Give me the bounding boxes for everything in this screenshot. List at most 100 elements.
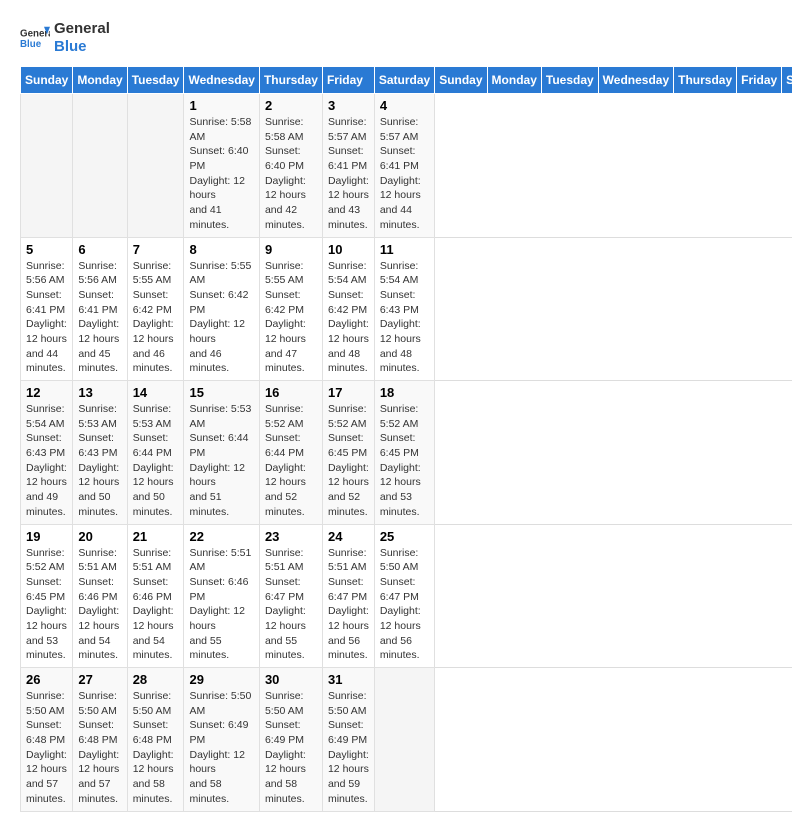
calendar-cell: 17Sunrise: 5:52 AMSunset: 6:45 PMDayligh… xyxy=(322,381,374,525)
day-info: Sunrise: 5:55 AMSunset: 6:42 PMDaylight:… xyxy=(265,259,317,377)
day-info: Sunrise: 5:57 AMSunset: 6:41 PMDaylight:… xyxy=(380,115,429,233)
calendar-cell: 13 Sunrise: 5:53 AMSunset: 6:43 PMDayligh… xyxy=(73,381,127,525)
day-number: 8 xyxy=(189,242,253,257)
day-number: 29 xyxy=(189,672,253,687)
header-saturday: Saturday xyxy=(374,67,434,94)
header-sunday: Sunday xyxy=(21,67,73,94)
calendar-week-1: 1 Sunrise: 5:58 AMSunset: 6:40 PMDaylight… xyxy=(21,94,792,238)
calendar-cell xyxy=(127,94,184,238)
day-number: 10 xyxy=(328,242,369,257)
calendar-cell: 6Sunrise: 5:56 AMSunset: 6:41 PMDaylight… xyxy=(73,237,127,381)
calendar-cell: 27Sunrise: 5:50 AMSunset: 6:48 PMDayligh… xyxy=(73,668,127,812)
day-number: 22 xyxy=(189,529,253,544)
logo-icon: General Blue xyxy=(20,23,50,53)
day-info: Sunrise: 5:53 AMSunset: 6:44 PMDaylight:… xyxy=(189,402,253,520)
day-number: 16 xyxy=(265,385,317,400)
calendar-cell: 15 Sunrise: 5:53 AMSunset: 6:44 PMDayligh… xyxy=(184,381,259,525)
day-number: 4 xyxy=(380,98,429,113)
day-info: Sunrise: 5:54 AMSunset: 6:43 PMDaylight:… xyxy=(380,259,429,377)
calendar-week-2: 5 Sunrise: 5:56 AMSunset: 6:41 PMDaylight… xyxy=(21,237,792,381)
day-info: Sunrise: 5:51 AMSunset: 6:46 PMDaylight:… xyxy=(133,546,179,664)
day-info: Sunrise: 5:53 AMSunset: 6:43 PMDaylight:… xyxy=(78,402,121,520)
logo: General Blue General Blue xyxy=(20,20,110,56)
calendar-table: SundayMondayTuesdayWednesdayThursdayFrid… xyxy=(20,66,792,812)
day-info: Sunrise: 5:50 AMSunset: 6:49 PMDaylight:… xyxy=(265,689,317,807)
day-number: 7 xyxy=(133,242,179,257)
calendar-cell: 7Sunrise: 5:55 AMSunset: 6:42 PMDaylight… xyxy=(127,237,184,381)
col-header-friday: Friday xyxy=(737,67,782,94)
day-info: Sunrise: 5:51 AMSunset: 6:47 PMDaylight:… xyxy=(265,546,317,664)
calendar-cell: 28Sunrise: 5:50 AMSunset: 6:48 PMDayligh… xyxy=(127,668,184,812)
day-number: 27 xyxy=(78,672,121,687)
day-number: 13 xyxy=(78,385,121,400)
calendar-cell: 20 Sunrise: 5:51 AMSunset: 6:46 PMDayligh… xyxy=(73,524,127,668)
header-monday: Monday xyxy=(73,67,127,94)
day-number: 2 xyxy=(265,98,317,113)
calendar-cell: 25Sunrise: 5:50 AMSunset: 6:47 PMDayligh… xyxy=(374,524,434,668)
calendar-cell xyxy=(21,94,73,238)
calendar-cell: 16 Sunrise: 5:52 AMSunset: 6:44 PMDayligh… xyxy=(259,381,322,525)
svg-text:Blue: Blue xyxy=(20,39,42,50)
day-number: 24 xyxy=(328,529,369,544)
calendar-cell: 18 Sunrise: 5:52 AMSunset: 6:45 PMDayligh… xyxy=(374,381,434,525)
day-number: 12 xyxy=(26,385,67,400)
day-info: Sunrise: 5:55 AMSunset: 6:42 PMDaylight:… xyxy=(189,259,253,377)
day-number: 14 xyxy=(133,385,179,400)
day-number: 20 xyxy=(78,529,121,544)
col-header-saturday: Saturday xyxy=(782,67,792,94)
day-info: Sunrise: 5:58 AMSunset: 6:40 PMDaylight:… xyxy=(265,115,317,233)
day-info: Sunrise: 5:50 AMSunset: 6:49 PMDaylight:… xyxy=(328,689,369,807)
calendar-cell: 30 Sunrise: 5:50 AMSunset: 6:49 PMDayligh… xyxy=(259,668,322,812)
day-info: Sunrise: 5:56 AMSunset: 6:41 PMDaylight:… xyxy=(78,259,121,377)
day-info: Sunrise: 5:50 AMSunset: 6:49 PMDaylight:… xyxy=(189,689,253,807)
day-info: Sunrise: 5:52 AMSunset: 6:45 PMDaylight:… xyxy=(380,402,429,520)
day-info: Sunrise: 5:52 AMSunset: 6:45 PMDaylight:… xyxy=(26,546,67,664)
day-number: 17 xyxy=(328,385,369,400)
day-info: Sunrise: 5:56 AMSunset: 6:41 PMDaylight:… xyxy=(26,259,67,377)
day-info: Sunrise: 5:52 AMSunset: 6:44 PMDaylight:… xyxy=(265,402,317,520)
calendar-cell: 12 Sunrise: 5:54 AMSunset: 6:43 PMDayligh… xyxy=(21,381,73,525)
calendar-cell: 29 Sunrise: 5:50 AMSunset: 6:49 PMDayligh… xyxy=(184,668,259,812)
calendar-cell: 21Sunrise: 5:51 AMSunset: 6:46 PMDayligh… xyxy=(127,524,184,668)
calendar-cell: 11 Sunrise: 5:54 AMSunset: 6:43 PMDayligh… xyxy=(374,237,434,381)
day-number: 5 xyxy=(26,242,67,257)
day-info: Sunrise: 5:51 AMSunset: 6:46 PMDaylight:… xyxy=(78,546,121,664)
day-number: 3 xyxy=(328,98,369,113)
page-header: General Blue General Blue xyxy=(20,20,772,56)
day-number: 31 xyxy=(328,672,369,687)
calendar-header-row: SundayMondayTuesdayWednesdayThursdayFrid… xyxy=(21,67,792,94)
col-header-thursday: Thursday xyxy=(674,67,737,94)
day-info: Sunrise: 5:50 AMSunset: 6:48 PMDaylight:… xyxy=(26,689,67,807)
day-info: Sunrise: 5:50 AMSunset: 6:48 PMDaylight:… xyxy=(133,689,179,807)
day-number: 15 xyxy=(189,385,253,400)
calendar-cell: 19 Sunrise: 5:52 AMSunset: 6:45 PMDayligh… xyxy=(21,524,73,668)
calendar-week-4: 19 Sunrise: 5:52 AMSunset: 6:45 PMDayligh… xyxy=(21,524,792,668)
calendar-cell: 31 Sunrise: 5:50 AMSunset: 6:49 PMDayligh… xyxy=(322,668,374,812)
calendar-week-3: 12 Sunrise: 5:54 AMSunset: 6:43 PMDayligh… xyxy=(21,381,792,525)
day-info: Sunrise: 5:51 AMSunset: 6:47 PMDaylight:… xyxy=(328,546,369,664)
calendar-cell xyxy=(374,668,434,812)
day-number: 30 xyxy=(265,672,317,687)
calendar-cell: 2 Sunrise: 5:58 AMSunset: 6:40 PMDaylight… xyxy=(259,94,322,238)
calendar-cell: 26 Sunrise: 5:50 AMSunset: 6:48 PMDayligh… xyxy=(21,668,73,812)
header-tuesday: Tuesday xyxy=(127,67,184,94)
day-info: Sunrise: 5:57 AMSunset: 6:41 PMDaylight:… xyxy=(328,115,369,233)
day-info: Sunrise: 5:50 AMSunset: 6:47 PMDaylight:… xyxy=(380,546,429,664)
day-number: 19 xyxy=(26,529,67,544)
calendar-cell: 1Sunrise: 5:58 AMSunset: 6:40 PMDaylight… xyxy=(184,94,259,238)
day-number: 18 xyxy=(380,385,429,400)
header-thursday: Thursday xyxy=(259,67,322,94)
day-number: 23 xyxy=(265,529,317,544)
day-number: 11 xyxy=(380,242,429,257)
day-number: 26 xyxy=(26,672,67,687)
day-number: 1 xyxy=(189,98,253,113)
col-header-tuesday: Tuesday xyxy=(541,67,598,94)
header-friday: Friday xyxy=(322,67,374,94)
calendar-cell: 14Sunrise: 5:53 AMSunset: 6:44 PMDayligh… xyxy=(127,381,184,525)
calendar-cell: 24 Sunrise: 5:51 AMSunset: 6:47 PMDayligh… xyxy=(322,524,374,668)
day-info: Sunrise: 5:51 AMSunset: 6:46 PMDaylight:… xyxy=(189,546,253,664)
calendar-cell: 22 Sunrise: 5:51 AMSunset: 6:46 PMDayligh… xyxy=(184,524,259,668)
day-number: 9 xyxy=(265,242,317,257)
day-info: Sunrise: 5:54 AMSunset: 6:43 PMDaylight:… xyxy=(26,402,67,520)
calendar-cell xyxy=(73,94,127,238)
